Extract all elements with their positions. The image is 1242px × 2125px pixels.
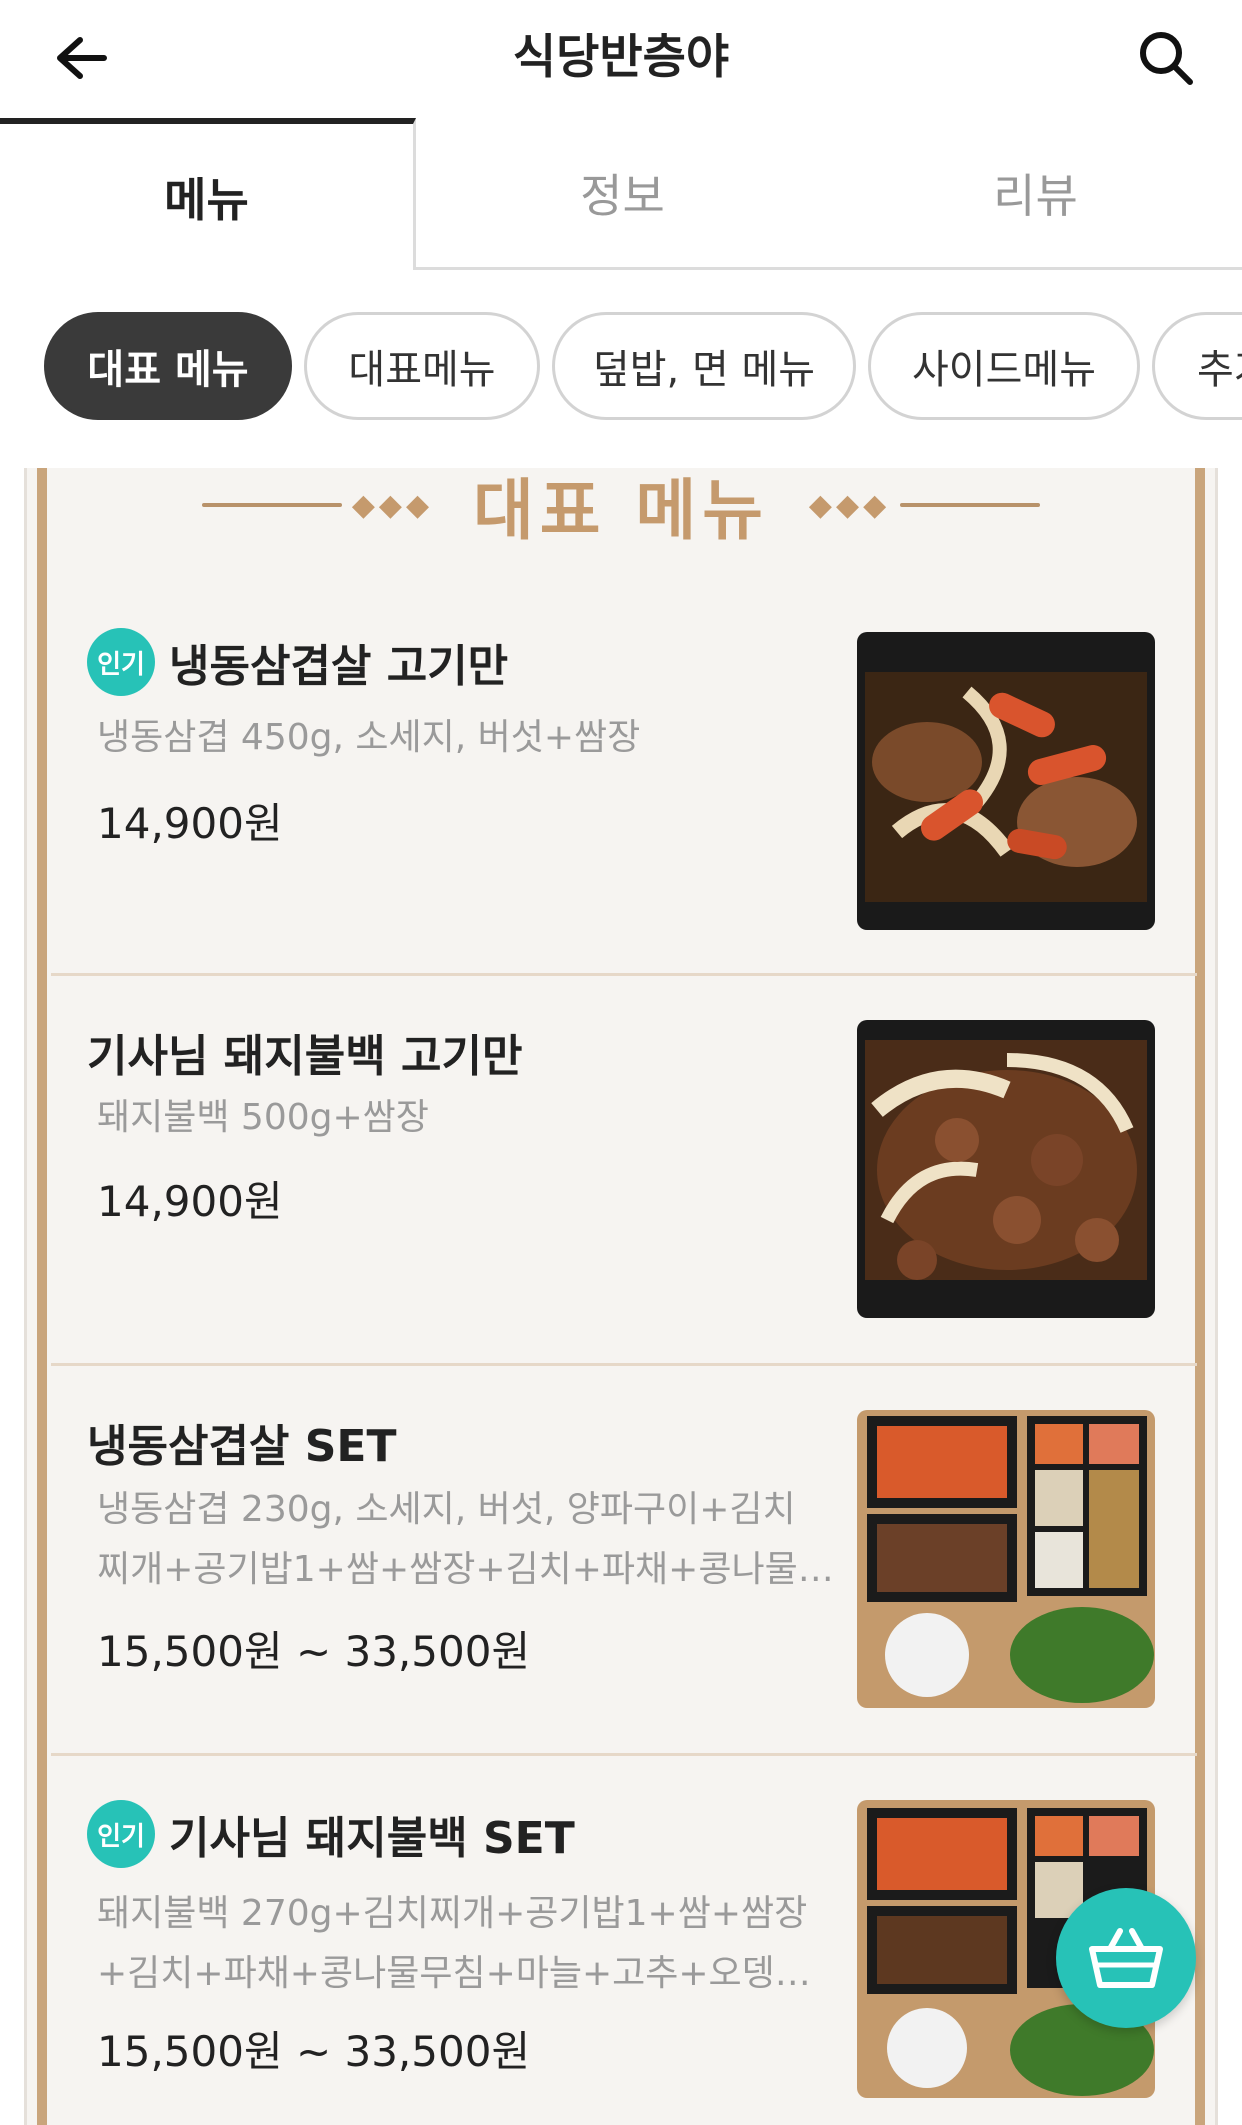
item-price: 15,500원 ~ 33,500원	[97, 1627, 531, 1676]
item-name: 기사님 돼지불백 고기만	[87, 1031, 523, 1082]
item-price: 14,900원	[97, 799, 283, 848]
item-description: 냉동삼겹 450g, 소세지, 버섯+쌈장	[97, 717, 641, 758]
tab-bar: 메뉴 정보 리뷰	[0, 118, 1242, 270]
chip-signature-menu-2[interactable]: 대표메뉴	[304, 312, 540, 420]
tab-menu[interactable]: 메뉴	[0, 118, 416, 270]
item-name-row: 인기 냉동삼겹살 고기만	[87, 628, 508, 696]
menu-item[interactable]: 냉동삼겹살 SET 냉동삼겹 230g, 소세지, 버섯, 양파구이+김치 찌개…	[51, 1366, 1197, 1756]
item-price: 15,500원 ~ 33,500원	[97, 2027, 531, 2076]
chip-side-menu[interactable]: 사이드메뉴	[868, 312, 1140, 420]
item-name: 기사님 돼지불백 SET	[169, 1813, 575, 1864]
menu-item[interactable]: 기사님 돼지불백 고기만 돼지불백 500g+쌈장 14,900원	[51, 976, 1197, 1366]
search-button[interactable]	[1126, 22, 1206, 94]
item-name: 냉동삼겹살 고기만	[169, 641, 509, 692]
tab-review[interactable]: 리뷰	[829, 118, 1242, 270]
category-chips: 대표 메뉴 대표메뉴 덮밥, 면 메뉴 사이드메뉴 추가	[0, 312, 1242, 422]
popular-badge: 인기	[87, 628, 155, 696]
cart-button[interactable]	[1056, 1888, 1196, 2028]
item-description-line: 돼지불백 270g+김치찌개+공기밥1+쌈+쌈장	[97, 1893, 808, 1934]
item-name: 냉동삼겹살 SET	[87, 1421, 397, 1472]
item-description-line: +김치+파채+콩나물무침+마늘+고추+오뎅…	[97, 1953, 811, 1994]
item-name-row: 인기 기사님 돼지불백 SET	[87, 1800, 575, 1868]
app-header: 식당반층야	[0, 0, 1242, 118]
item-description-line: 찌개+공기밥1+쌈+쌈장+김치+파채+콩나물…	[97, 1549, 834, 1590]
shopping-basket-icon	[1089, 1928, 1163, 1988]
menu-item[interactable]: 인기 냉동삼겹살 고기만 냉동삼겹 450g, 소세지, 버섯+쌈장 14,90…	[51, 468, 1197, 976]
chip-signature-menu[interactable]: 대표 메뉴	[44, 312, 292, 420]
item-photo[interactable]	[857, 1410, 1155, 1708]
menu-item[interactable]: 인기 기사님 돼지불백 SET 돼지불백 270g+김치찌개+공기밥1+쌈+쌈장…	[51, 1756, 1197, 2125]
chip-extra-menu[interactable]: 추가	[1152, 312, 1242, 420]
chip-rice-noodle-menu[interactable]: 덮밥, 면 메뉴	[552, 312, 856, 420]
board-frame-left	[37, 468, 47, 2125]
menu-board: ◆◆◆ 대표 메뉴 ◆◆◆ 인기 냉동삼겹살 고기만 냉동삼겹 450g, 소세…	[24, 468, 1218, 2125]
item-description: 돼지불백 500g+쌈장	[97, 1097, 429, 1138]
item-price: 14,900원	[97, 1177, 283, 1226]
item-description: 냉동삼겹 230g, 소세지, 버섯, 양파구이+김치 찌개+공기밥1+쌈+쌈장…	[97, 1480, 877, 1600]
item-description: 돼지불백 270g+김치찌개+공기밥1+쌈+쌈장 +김치+파채+콩나물무침+마늘…	[97, 1884, 877, 2004]
item-name-row: 냉동삼겹살 SET	[87, 1410, 396, 1474]
item-description-line: 냉동삼겹 230g, 소세지, 버섯, 양파구이+김치	[97, 1489, 796, 1530]
popular-badge: 인기	[87, 1800, 155, 1868]
item-photo[interactable]	[857, 1020, 1155, 1318]
item-photo[interactable]	[857, 632, 1155, 930]
item-name-row: 기사님 돼지불백 고기만	[87, 1020, 522, 1084]
page-title: 식당반층야	[512, 30, 730, 85]
search-icon	[1140, 32, 1193, 85]
tab-info[interactable]: 정보	[416, 118, 829, 270]
